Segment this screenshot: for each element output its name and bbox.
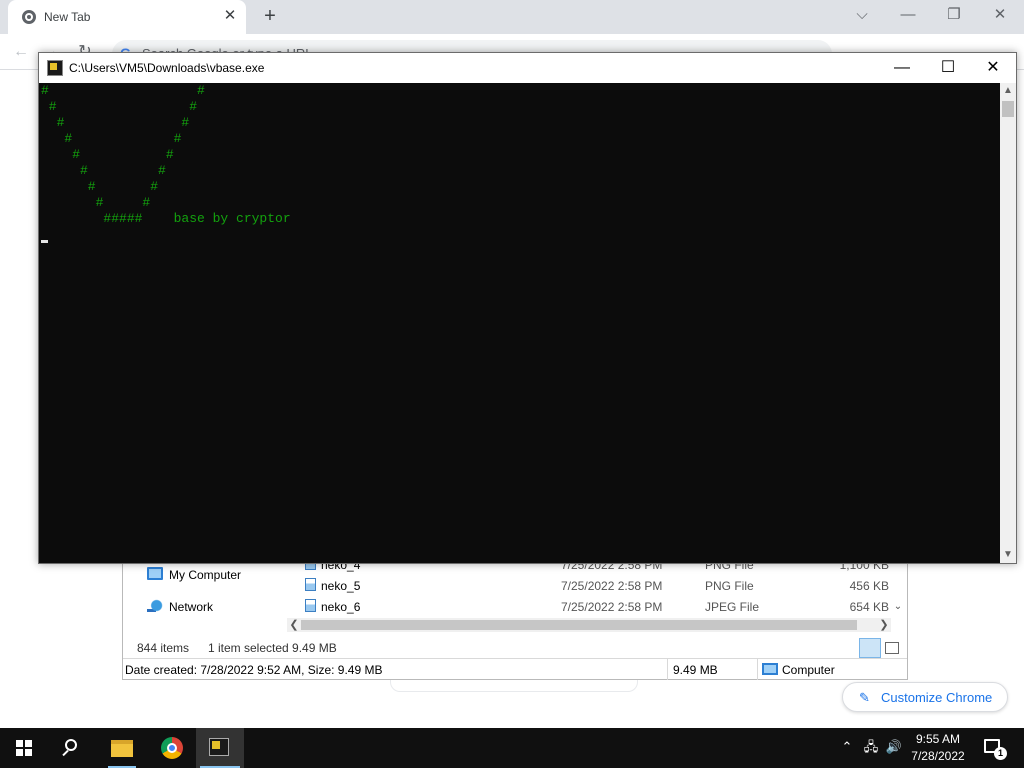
chrome-logo-icon — [161, 737, 183, 759]
scroll-right-button[interactable]: ❯ — [877, 618, 891, 632]
explorer-horizontal-scrollbar[interactable]: ❮ ❯ — [287, 618, 891, 632]
chrome-favicon-icon — [22, 10, 36, 24]
selection-info: 1 item selected 9.49 MB — [208, 641, 337, 655]
explorer-status-bar: 844 items 1 item selected 9.49 MB — [123, 638, 907, 658]
customize-chrome-button[interactable]: ✎ Customize Chrome — [842, 682, 1008, 712]
file-type: JPEG File — [705, 600, 760, 614]
console-close-button[interactable]: ✕ — [970, 53, 1016, 83]
nav-item-label: My Computer — [169, 568, 242, 582]
scroll-up-button[interactable]: ▲ — [1000, 83, 1016, 99]
console-output-area[interactable]: # # # # # # # # # # # # # # # # ##### ba… — [39, 83, 1000, 563]
back-arrow-icon[interactable]: ← — [10, 42, 32, 64]
chrome-minimize-button[interactable]: — — [886, 4, 930, 28]
file-date: 7/25/2022 2:58 PM — [561, 579, 663, 593]
console-app-icon — [209, 738, 229, 756]
file-size: 654 KB — [849, 600, 889, 614]
nav-item-label: Network — [169, 600, 214, 614]
chrome-close-button[interactable]: ✕ — [978, 4, 1022, 28]
explorer-details-bar: Date created: 7/28/2022 9:52 AM, Size: 9… — [123, 658, 907, 680]
show-hidden-icons-chevron-icon[interactable]: ⌃ — [838, 739, 856, 755]
clock-date: 7/28/2022 — [911, 749, 965, 763]
taskbar-file-explorer[interactable] — [98, 728, 146, 768]
network-icon — [147, 599, 163, 612]
console-app-icon[interactable] — [47, 60, 63, 76]
image-file-icon — [305, 599, 316, 612]
file-size: 456 KB — [849, 579, 889, 593]
taskbar-console-app[interactable] — [196, 728, 244, 768]
file-row[interactable]: neko_5 7/25/2022 2:58 PM PNG File 456 KB — [303, 575, 893, 595]
chrome-restore-button[interactable]: ❐ — [932, 4, 976, 28]
console-maximize-button[interactable]: ☐ — [925, 53, 971, 83]
scroll-down-button[interactable]: ▼ — [1000, 547, 1016, 563]
date-created-info: Date created: 7/28/2022 9:52 AM, Size: 9… — [125, 663, 383, 677]
file-date: 7/25/2022 2:58 PM — [561, 600, 663, 614]
taskbar: ⌃ 🖧 🔊 9:55 AM 7/28/2022 1 — [0, 728, 1024, 768]
text-cursor — [41, 240, 48, 243]
scroll-left-button[interactable]: ❮ — [287, 618, 301, 632]
selected-size: 9.49 MB — [667, 659, 757, 680]
tab-title: New Tab — [44, 10, 91, 24]
start-button[interactable] — [0, 728, 48, 768]
location-label: Computer — [782, 663, 835, 677]
search-icon-handle — [62, 749, 69, 757]
pencil-icon: ✎ — [859, 690, 870, 705]
computer-icon — [147, 567, 163, 580]
computer-icon — [762, 663, 778, 675]
chrome-tab-strip: New Tab ✕ + ⌵ — ❐ ✕ — [0, 0, 1024, 34]
console-vertical-scrollbar[interactable]: ▲ ▼ — [1000, 83, 1016, 563]
explorer-scroll-down-button[interactable]: ⌄ — [891, 600, 905, 614]
console-title: C:\Users\VM5\Downloads\vbase.exe — [69, 61, 265, 75]
console-minimize-button[interactable]: — — [879, 53, 925, 83]
file-name: neko_5 — [321, 579, 361, 593]
large-icons-view-button[interactable] — [885, 642, 899, 654]
console-title-bar[interactable]: C:\Users\VM5\Downloads\vbase.exe — ☐ ✕ — [39, 53, 1016, 83]
tab-close-icon[interactable]: ✕ — [222, 8, 238, 24]
taskbar-chrome[interactable] — [148, 728, 196, 768]
file-type: PNG File — [705, 579, 754, 593]
location-info: Computer — [757, 659, 907, 680]
file-name: neko_6 — [321, 600, 361, 614]
scrollbar-thumb[interactable] — [301, 620, 857, 630]
windows-logo-icon — [16, 740, 32, 756]
details-view-button[interactable] — [859, 638, 881, 658]
file-row[interactable]: neko_6 7/25/2022 2:58 PM JPEG File 654 K… — [303, 596, 893, 616]
customize-chrome-label: Customize Chrome — [881, 690, 993, 705]
clock-time: 9:55 AM — [915, 732, 961, 746]
item-count: 844 items — [137, 641, 190, 655]
console-output-text: # # # # # # # # # # # # # # # # ##### ba… — [41, 83, 291, 226]
tab-new-tab[interactable]: New Tab ✕ — [8, 0, 246, 34]
new-tab-button[interactable]: + — [258, 5, 282, 29]
console-window: C:\Users\VM5\Downloads\vbase.exe — ☐ ✕ #… — [38, 52, 1017, 564]
taskbar-clock[interactable]: 9:55 AM 7/28/2022 — [900, 731, 976, 765]
image-file-icon — [305, 578, 316, 591]
search-button[interactable] — [48, 728, 96, 768]
action-center-button[interactable]: 1 — [980, 728, 1020, 768]
scrollbar-thumb[interactable] — [1002, 101, 1014, 117]
folder-icon — [111, 740, 133, 757]
file-explorer-window: My Computer Network neko_4 7/25/2022 2:5… — [122, 557, 908, 680]
tab-search-button[interactable]: ⌵ — [840, 4, 884, 28]
notification-count: 1 — [994, 747, 1007, 760]
network-icon[interactable]: 🖧 — [860, 739, 882, 755]
